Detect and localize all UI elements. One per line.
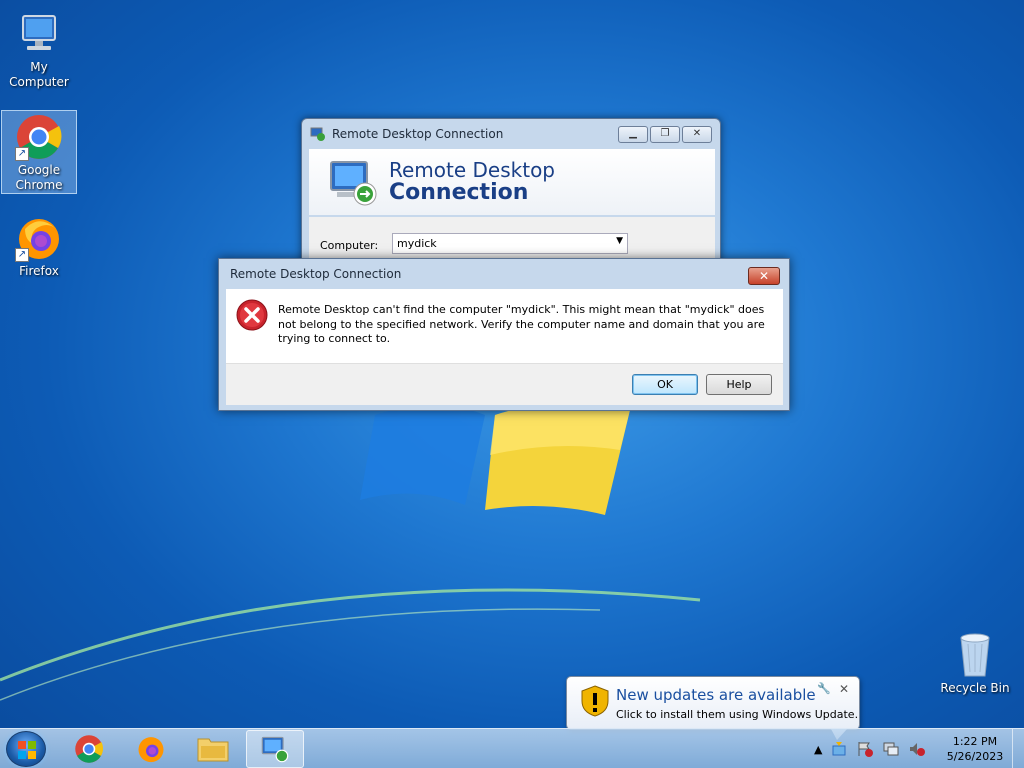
notification-subtitle: Click to install them using Windows Upda…	[616, 708, 859, 721]
chrome-icon	[75, 735, 104, 763]
error-dialog-close-button[interactable]: ✕	[748, 267, 780, 285]
wallpaper-logo	[360, 403, 630, 515]
update-notification-balloon[interactable]: New updates are available Click to insta…	[566, 676, 860, 740]
desktop-icon-label: Recycle Bin	[940, 681, 1010, 695]
banner-title-line2: Connection	[389, 180, 529, 205]
error-dialog-title: Remote Desktop Connection	[230, 267, 402, 281]
clock-date: 5/26/2023	[946, 750, 1004, 763]
clock-time: 1:22 PM	[952, 735, 998, 748]
error-message: Remote Desktop can't find the computer "…	[278, 303, 765, 345]
dropdown-arrow-icon[interactable]: ▼	[616, 236, 623, 246]
firefox-icon: ↗	[15, 214, 63, 262]
restore-button[interactable]: ❐	[650, 126, 680, 143]
computer-combobox[interactable]: mydick ▼	[392, 233, 628, 254]
taskbar-clock[interactable]: 1:22 PM 5/26/2023	[944, 734, 1006, 764]
rdc-title-text: Remote Desktop Connection	[332, 127, 504, 141]
computer-icon	[15, 10, 63, 58]
taskbar-chrome[interactable]	[60, 730, 118, 768]
desktop-icon-label: Firefox	[19, 264, 59, 278]
notification-close-button[interactable]: ✕	[839, 682, 849, 696]
desktop-icon-recycle-bin[interactable]: Recycle Bin	[940, 630, 1010, 695]
rdc-app-icon	[310, 127, 325, 141]
remote-desktop-icon	[330, 161, 377, 206]
desktop-icon-firefox[interactable]: ↗ Firefox	[1, 212, 77, 279]
show-desktop-button[interactable]	[1012, 729, 1024, 768]
minimize-button[interactable]: ▁	[618, 126, 648, 143]
system-tray: ▲	[814, 729, 926, 768]
taskbar-file-explorer[interactable]	[184, 730, 242, 768]
error-dialog-content: Remote Desktop can't find the computer "…	[226, 289, 783, 363]
notification-options-icon[interactable]: 🔧	[817, 682, 831, 695]
ok-button[interactable]: OK	[632, 374, 698, 395]
shortcut-arrow-icon: ↗	[15, 147, 29, 161]
rdc-banner: Remote Desktop Connection	[309, 149, 715, 215]
error-icon	[236, 299, 268, 331]
show-hidden-icons-icon[interactable]: ▲	[814, 743, 822, 756]
desktop-icon-label: My Computer	[9, 60, 69, 89]
firefox-icon	[138, 737, 164, 763]
taskbar: ▲ 1:22 PM 5/26/2023	[0, 728, 1024, 768]
desktop-icon-google-chrome[interactable]: ↗ Google Chrome	[1, 110, 77, 194]
network-icon[interactable]	[882, 740, 900, 758]
notification-title: New updates are available	[616, 686, 816, 704]
warning-shield-icon	[581, 685, 609, 717]
desktop-icon-my-computer[interactable]: My Computer	[1, 8, 77, 90]
wallpaper-swoosh	[0, 588, 701, 701]
shortcut-arrow-icon: ↗	[15, 248, 29, 262]
rdc-window-controls: ▁ ❐ ✕	[618, 126, 712, 143]
action-center-flag-icon[interactable]	[856, 740, 874, 758]
error-dialog: Remote Desktop Connection ✕ Remote Deskt…	[218, 258, 790, 411]
banner-title-line1: Remote Desktop	[389, 158, 556, 182]
error-dialog-title-bar[interactable]: Remote Desktop Connection	[219, 259, 789, 289]
rdc-main-window: Remote Desktop Connection ▁ ❐ ✕ Remote D…	[301, 118, 721, 279]
computer-value: mydick	[397, 237, 437, 250]
taskbar-remote-desktop[interactable]	[246, 730, 304, 768]
help-button[interactable]: Help	[706, 374, 772, 395]
start-button[interactable]	[6, 731, 46, 767]
windows-update-icon[interactable]	[830, 740, 848, 758]
taskbar-firefox[interactable]	[122, 730, 180, 768]
volume-muted-icon[interactable]	[908, 740, 926, 758]
desktop-icon-label: Google Chrome	[15, 163, 63, 192]
folder-icon	[197, 738, 229, 762]
remote-desktop-icon	[261, 736, 289, 763]
chrome-icon: ↗	[15, 113, 63, 161]
close-button[interactable]: ✕	[682, 126, 712, 143]
error-dialog-footer: OK Help	[226, 363, 783, 405]
computer-label: Computer:	[320, 239, 379, 252]
windows-logo-icon	[18, 741, 36, 759]
recycle-bin-icon	[960, 633, 990, 677]
